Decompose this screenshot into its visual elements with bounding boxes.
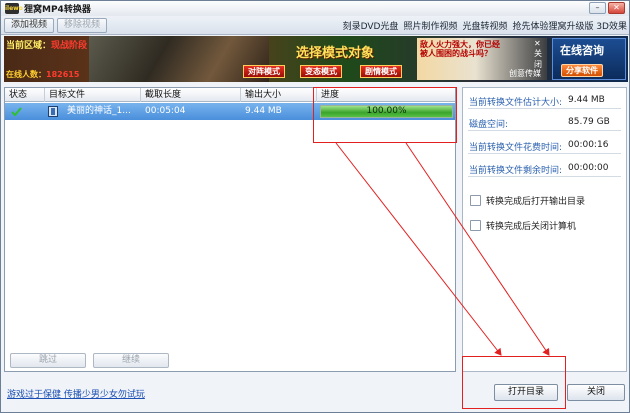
column-status[interactable]: 状态	[5, 88, 45, 102]
close-window-button[interactable]: ✕	[608, 2, 625, 14]
option-open-output-dir[interactable]: 转换完成后打开输出目录	[470, 194, 585, 207]
banner-image	[89, 36, 269, 82]
film-icon	[48, 106, 58, 117]
column-duration[interactable]: 截取长度	[141, 88, 241, 102]
mode-button-story[interactable]: 剧情模式	[360, 65, 402, 78]
add-video-button[interactable]: 添加视频	[4, 17, 55, 33]
banner-headline: 选择模式对象	[296, 46, 375, 61]
disk-space-label: 磁盘空间:	[469, 120, 509, 130]
info-panel: 当前转换文件估计大小: 9.44 MB 磁盘空间: 85.79 GB 当前转换文…	[462, 87, 627, 372]
link-upgrade-3d[interactable]: 抢先体验狸窝升级版 3D效果	[512, 19, 627, 32]
open-dir-checkbox[interactable]	[470, 195, 481, 206]
estimated-size-label: 当前转换文件估计大小:	[469, 98, 563, 108]
app-window: ilewo 狸窝MP4转换器 – ✕ 添加视频 移除视频 刻录DVD光盘 照片制…	[0, 0, 630, 413]
close-button[interactable]: 关闭	[567, 384, 625, 401]
ad-close-button[interactable]: ✕ 关闭	[534, 39, 547, 70]
share-software-button[interactable]: 分享软件	[561, 64, 603, 77]
link-disc-to-video[interactable]: 光盘转视频	[462, 19, 507, 32]
output-size-value: 9.44 MB	[245, 106, 282, 116]
ad-box[interactable]: 敌人火力强大，你已经被人围困的战斗吗？ ✕ 关闭 创意传媒	[417, 38, 547, 80]
remaining-time-label: 当前转换文件剩余时间:	[469, 166, 563, 176]
title-bar: ilewo 狸窝MP4转换器 – ✕	[1, 1, 629, 16]
mode-button-duel[interactable]: 对阵模式	[243, 65, 285, 78]
divider	[468, 153, 621, 154]
column-output-size[interactable]: 输出大小	[241, 88, 317, 102]
column-target-file[interactable]: 目标文件	[45, 88, 141, 102]
open-dir-label: 转换完成后打开输出目录	[486, 197, 586, 207]
ad-brand: 创意传媒	[509, 69, 541, 78]
skip-button[interactable]: 跳过	[10, 353, 86, 368]
window-controls: – ✕	[589, 2, 625, 14]
estimated-size-value: 9.44 MB	[568, 95, 605, 105]
divider	[468, 176, 621, 177]
online-consult-label: 在线咨询	[560, 44, 604, 57]
annotation-box-open-dir	[462, 356, 566, 409]
link-photo-video[interactable]: 照片制作视频	[403, 19, 457, 32]
remaining-time-value: 00:00:00	[568, 163, 609, 173]
option-shutdown[interactable]: 转换完成后关闭计算机	[470, 219, 576, 232]
file-name: 美丽的神话_1...	[67, 106, 131, 116]
check-icon	[11, 107, 22, 117]
mode-button-crazy[interactable]: 变态模式	[300, 65, 342, 78]
toolbar: 添加视频 移除视频 刻录DVD光盘 照片制作视频 光盘转视频 抢先体验狸窝升级版…	[1, 16, 629, 35]
ad-banner[interactable]: 当前区域：现战阶段 在线人数：182615 选择模式对象 对阵模式 变态模式 剧…	[4, 36, 628, 82]
ad-text: 敌人火力强大，你已经被人围困的战斗吗？	[420, 40, 500, 58]
divider	[468, 108, 621, 109]
banner-online-count: 在线人数：182615	[6, 70, 80, 79]
app-logo-icon: ilewo	[5, 3, 23, 14]
shutdown-checkbox[interactable]	[470, 220, 481, 231]
shutdown-label: 转换完成后关闭计算机	[486, 222, 577, 232]
divider	[468, 130, 621, 131]
minimize-button[interactable]: –	[589, 2, 606, 14]
disk-space-value: 85.79 GB	[568, 117, 610, 127]
link-burn-dvd[interactable]: 刻录DVD光盘	[343, 19, 399, 32]
banner-area-text: 当前区域：现战阶段	[6, 41, 88, 51]
remove-video-button[interactable]: 移除视频	[57, 17, 108, 33]
top-links: 刻录DVD光盘 照片制作视频 光盘转视频 抢先体验狸窝升级版 3D效果	[343, 19, 627, 32]
elapsed-time-value: 00:00:16	[568, 140, 609, 150]
window-title: 狸窝MP4转换器	[24, 5, 91, 15]
elapsed-time-label: 当前转换文件花费时间:	[469, 143, 563, 153]
duration-value: 00:05:04	[145, 106, 186, 116]
annotation-box-progress	[313, 87, 457, 143]
online-consult-box[interactable]: 在线咨询 分享软件	[552, 38, 626, 80]
continue-button[interactable]: 继续	[93, 353, 169, 368]
footer-notice-link[interactable]: 游戏过于保健 传播少男少女勿试玩	[7, 387, 145, 400]
